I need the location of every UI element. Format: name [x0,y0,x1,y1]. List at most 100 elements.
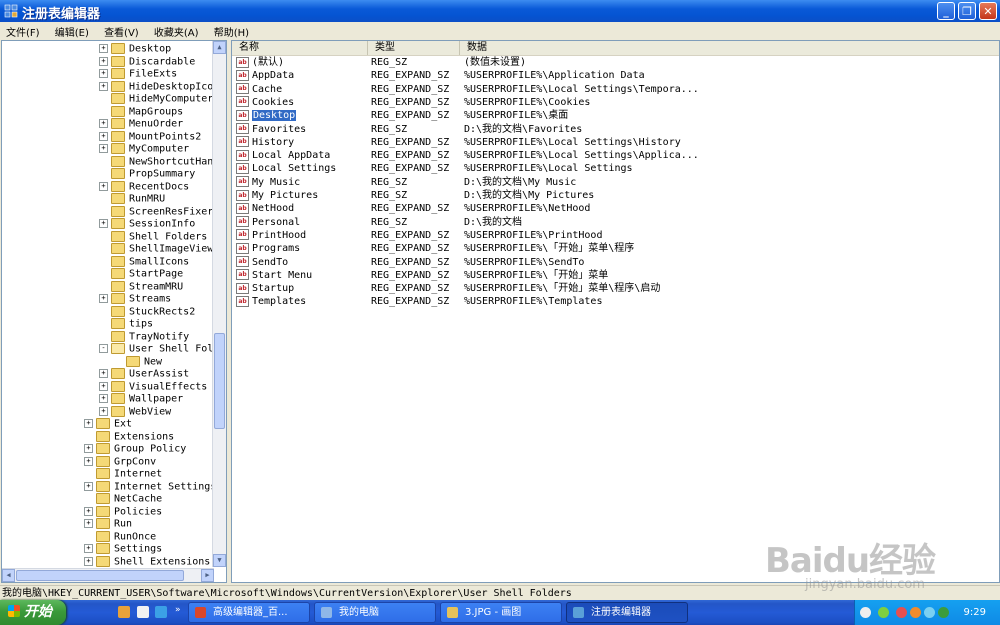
value-row[interactable]: ab Favorites REG_SZ D:\我的文档\Favorites [232,123,999,136]
tree-item[interactable]: NetCache [84,493,162,506]
minimize-button[interactable]: _ [937,2,955,20]
ie-quicklaunch-icon[interactable] [155,606,167,618]
taskbar-button[interactable]: 注册表编辑器 [566,602,688,623]
scroll-left-arrow-icon[interactable]: ◀ [2,569,15,582]
taskbar-button[interactable]: 高级编辑器_百... [188,602,310,623]
antivirus-tray-icon[interactable] [910,607,921,618]
expand-icon[interactable]: + [99,369,108,378]
expand-icon[interactable]: + [84,506,93,516]
expand-icon[interactable]: + [99,381,108,391]
tree-item[interactable]: Internet [84,468,162,481]
value-row[interactable]: ab Programs REG_EXPAND_SZ %USERPROFILE%\「开始… [232,242,999,255]
column-header-type[interactable]: 类型 [368,41,460,55]
value-row[interactable]: ab Local AppData REG_EXPAND_SZ %USERPROFILE… [232,149,999,162]
value-row[interactable]: ab Personal REG_SZ D:\我的文档 [232,216,999,229]
tree-item[interactable]: + Discardable [99,55,195,69]
expand-icon[interactable]: + [99,181,108,191]
expand-icon[interactable]: + [84,419,93,428]
tree-item[interactable]: New [114,355,162,369]
menu-file[interactable]: 文件(F) [0,22,46,39]
tree-item[interactable]: + VisualEffects [99,380,207,394]
value-row[interactable]: ab Desktop REG_EXPAND_SZ %USERPROFILE%\桌面 [232,109,999,122]
quicklaunch-overflow-icon[interactable]: » [175,605,181,615]
tree-item[interactable]: + Internet Settings [84,480,214,494]
tree-vertical-scrollbar[interactable]: ▲ ▼ [212,41,226,567]
tree-item[interactable]: StreamMRU [99,280,183,294]
help-tray-icon[interactable] [860,607,871,618]
expand-icon[interactable]: + [99,56,108,66]
menu-favorites[interactable]: 收藏夹(A) [148,22,205,39]
tree-item[interactable]: + MyComputer [99,143,189,156]
tree-item[interactable]: SmallIcons [99,255,189,269]
tree-item[interactable]: RunMRU [99,193,165,206]
value-row[interactable]: ab Cache REG_EXPAND_SZ %USERPROFILE%\Local … [232,83,999,96]
value-row[interactable]: ab (默认) REG_SZ (数值未设置) [232,56,999,69]
tree-item[interactable]: RunOnce [84,530,156,544]
expand-icon[interactable]: + [99,81,108,91]
tree-item[interactable]: Extensions [84,430,174,444]
value-list-pane[interactable]: 名称 类型 数据 ab (默认) REG_SZ (数值未设置) ab AppData REG… [231,40,1000,583]
tree-item[interactable]: + Settings [84,543,162,556]
value-row[interactable]: ab NetHood REG_EXPAND_SZ %USERPROFILE%\NetH… [232,202,999,215]
restore-button[interactable]: ❐ [958,2,976,20]
expand-icon[interactable]: + [84,556,93,566]
menu-view[interactable]: 查看(V) [98,22,145,39]
value-row[interactable]: ab Templates REG_EXPAND_SZ %USERPROFILE%\Te… [232,295,999,308]
tree-item[interactable]: + HideDesktopIcons [99,80,214,94]
expand-icon[interactable]: + [84,444,93,453]
tree-item[interactable]: + RecentDocs [99,180,189,194]
value-row[interactable]: ab SendTo REG_EXPAND_SZ %USERPROFILE%\SendT… [232,256,999,269]
value-row[interactable]: ab History REG_EXPAND_SZ %USERPROFILE%\Loca… [232,136,999,149]
expand-icon[interactable]: + [99,394,108,403]
tree-item[interactable]: ShellImageView [99,243,213,256]
tree-item[interactable]: NewShortcutHandlers [99,155,214,169]
close-button[interactable]: ✕ [979,2,997,20]
expand-icon[interactable]: + [84,481,93,491]
title-bar[interactable]: 注册表编辑器 _ ❐ ✕ [0,0,1000,22]
tree-item[interactable]: + Wallpaper [99,393,183,406]
expand-icon[interactable]: + [99,219,108,228]
value-row[interactable]: ab My Music REG_SZ D:\我的文档\My Music [232,176,999,189]
start-button[interactable]: 开始 [0,600,66,625]
tree-horizontal-scrollbar[interactable]: ◀ ▶ [2,568,214,582]
value-row[interactable]: ab AppData REG_EXPAND_SZ %USERPROFILE%\Appl… [232,69,999,82]
expand-icon[interactable]: + [99,44,108,53]
column-header-data[interactable]: 数据 [460,41,999,55]
tree-item[interactable]: + UserAssist [99,368,189,381]
expand-icon[interactable]: + [99,69,108,78]
value-row[interactable]: ab PrintHood REG_EXPAND_SZ %USERPROFILE%\Pr… [232,229,999,242]
expand-icon[interactable]: + [99,119,108,128]
tree-item[interactable]: HideMyComputerIcons [99,93,214,106]
clock[interactable]: 9:29 [964,600,986,625]
tree-item[interactable]: TrayNotify [99,330,189,344]
taskbar-button[interactable]: 我的电脑 [314,602,436,623]
volume-tray-icon[interactable] [924,607,935,618]
tree-item[interactable]: + SessionInfo [99,218,195,231]
tree-item[interactable]: StartPage [99,268,183,281]
expand-icon[interactable]: + [99,406,108,416]
scroll-up-arrow-icon[interactable]: ▲ [213,41,226,54]
app-tray-icon[interactable] [938,607,949,618]
expand-icon[interactable]: + [84,456,93,466]
tree-item[interactable]: + Ext [84,418,132,431]
column-header-name[interactable]: 名称 [232,41,368,55]
tree-item[interactable]: + WebView [99,405,171,419]
menu-help[interactable]: 帮助(H) [208,22,255,39]
value-row[interactable]: ab Start Menu REG_EXPAND_SZ %USERPROFILE%\「… [232,269,999,282]
menu-edit[interactable]: 编辑(E) [49,22,95,39]
expand-icon[interactable]: + [84,544,93,553]
tree-item[interactable]: MapGroups [99,105,183,119]
browser-quicklaunch-icon[interactable] [118,606,130,618]
desktop-quicklaunch-icon[interactable] [137,606,149,618]
tree-item[interactable]: + Group Policy [84,443,186,456]
tree-item[interactable]: + FileExts [99,68,177,81]
value-row[interactable]: ab My Pictures REG_SZ D:\我的文档\My Pictures [232,189,999,202]
collapse-icon[interactable]: - [99,344,108,353]
tree-item[interactable]: + Desktop [99,43,171,56]
key-tree-pane[interactable]: + Desktop + Discardable + FileExts + HideDeskto… [1,40,227,583]
tree-item[interactable]: - User Shell Folders [99,343,214,356]
scroll-right-arrow-icon[interactable]: ▶ [201,569,214,582]
scroll-down-arrow-icon[interactable]: ▼ [213,554,226,567]
expand-icon[interactable]: + [99,131,108,141]
tree-item[interactable]: + Shell Extensions [84,555,210,567]
